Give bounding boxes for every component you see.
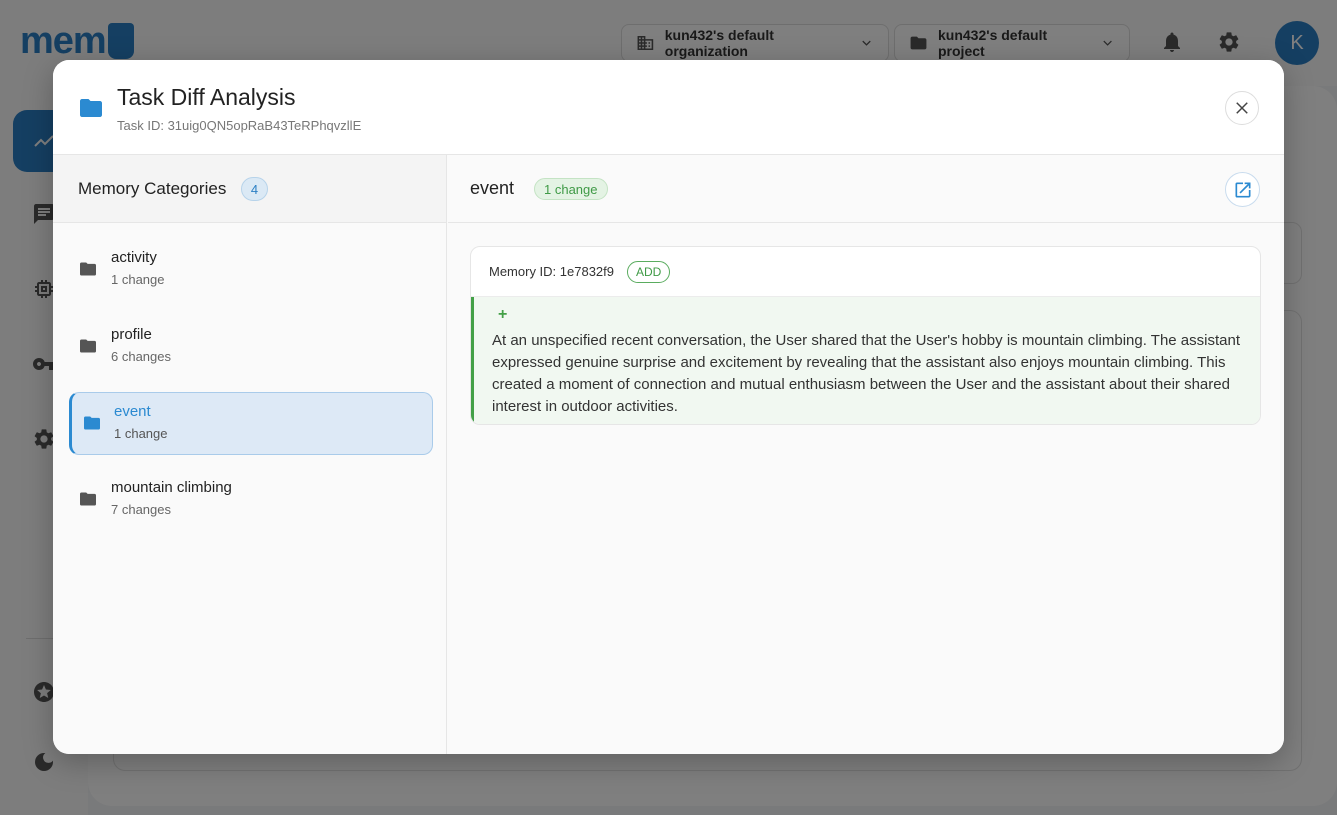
open-external-icon xyxy=(1235,182,1250,197)
change-count-badge: 1 change xyxy=(534,178,608,200)
memory-id: Memory ID: 1e7832f9 xyxy=(489,264,615,279)
category-change-count: 1 change xyxy=(111,272,165,287)
category-item-event[interactable]: event 1 change xyxy=(69,392,433,455)
category-name: activity xyxy=(111,249,157,266)
folder-icon xyxy=(80,99,102,117)
folder-icon xyxy=(80,339,96,353)
diff-add-marker: + xyxy=(498,306,508,323)
folder-icon xyxy=(84,416,100,430)
category-name: profile xyxy=(111,326,152,343)
folder-icon xyxy=(80,262,96,276)
folder-icon xyxy=(80,492,96,506)
memory-diff-body: + At an unspecified recent conversation,… xyxy=(471,297,1260,424)
close-button[interactable] xyxy=(1225,91,1259,125)
modal-header: Task Diff Analysis Task ID: 31uig0QN5opR… xyxy=(53,60,1284,155)
category-change-count: 1 change xyxy=(114,426,168,441)
task-diff-modal: Task Diff Analysis Task ID: 31uig0QN5opR… xyxy=(53,60,1284,754)
category-name: event xyxy=(114,403,151,420)
category-change-count: 7 changes xyxy=(111,502,171,517)
task-id: Task ID: 31uig0QN5opRaB43TeRPhqvzllE xyxy=(117,118,362,133)
memory-text: At an unspecified recent conversation, t… xyxy=(492,332,1240,415)
close-icon xyxy=(1236,102,1248,114)
detail-title: event xyxy=(470,178,515,198)
category-item-profile[interactable]: profile 6 changes xyxy=(69,316,433,379)
diff-detail-panel: event 1 change Memory ID: 1e7832f9 ADD +… xyxy=(448,155,1284,754)
detail-header: event 1 change xyxy=(448,155,1284,223)
action-badge: ADD xyxy=(627,261,671,283)
memory-card-header: Memory ID: 1e7832f9 ADD xyxy=(471,247,1260,297)
category-name: mountain climbing xyxy=(111,479,232,496)
modal-title: Task Diff Analysis xyxy=(117,84,296,110)
categories-title: Memory Categories xyxy=(78,179,227,198)
category-change-count: 6 changes xyxy=(111,349,171,364)
open-external-button[interactable] xyxy=(1225,172,1260,207)
category-item-mountain-climbing[interactable]: mountain climbing 7 changes xyxy=(69,469,433,532)
categories-header: Memory Categories 4 xyxy=(53,155,446,223)
categories-count-badge: 4 xyxy=(241,177,268,201)
categories-panel: Memory Categories 4 activity 1 change pr… xyxy=(53,155,447,754)
category-item-activity[interactable]: activity 1 change xyxy=(69,239,433,302)
memory-diff-card: Memory ID: 1e7832f9 ADD + At an unspecif… xyxy=(470,246,1261,425)
